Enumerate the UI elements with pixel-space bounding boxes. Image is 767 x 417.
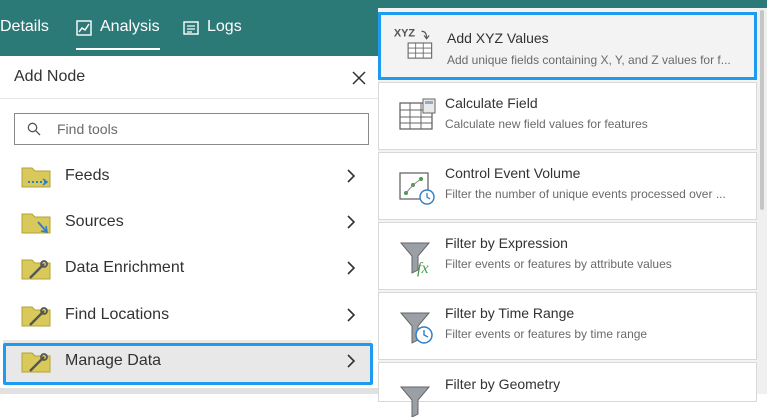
- find-locations-folder-icon: [21, 306, 51, 327]
- tools-list: XYZ Add XYZ Values Add unique fields con…: [378, 8, 757, 417]
- xyz-table-icon: XYZ: [394, 27, 433, 59]
- find-tools-search[interactable]: [14, 113, 369, 145]
- category-label: Data Enrichment: [65, 259, 185, 276]
- add-node-panel: Add Node Feeds Sources: [0, 56, 379, 394]
- category-label: Find Locations: [65, 306, 170, 323]
- tab-logs[interactable]: Logs: [183, 0, 242, 56]
- tab-details[interactable]: Details: [0, 0, 49, 56]
- analysis-icon: [76, 20, 92, 36]
- tool-control-event-volume[interactable]: Control Event Volume Filter the number o…: [378, 152, 757, 220]
- event-volume-icon: [399, 172, 435, 205]
- tool-description: Filter events or features by time range: [445, 327, 648, 341]
- chevron-right-icon: [347, 261, 356, 275]
- tool-description: Add unique fields containing X, Y, and Z…: [447, 53, 731, 67]
- manage-data-folder-icon: [21, 352, 51, 373]
- tab-details-label: Details: [0, 18, 49, 35]
- search-icon: [27, 122, 41, 136]
- search-input[interactable]: [55, 120, 339, 138]
- tool-description: Filter the number of unique events proce…: [445, 187, 726, 201]
- panel-bottom-strip: [0, 388, 378, 394]
- tab-logs-label: Logs: [207, 18, 242, 35]
- tool-filter-by-geometry[interactable]: Filter by Geometry: [378, 362, 757, 417]
- chevron-right-icon: [347, 169, 356, 183]
- chevron-right-icon: [347, 354, 356, 368]
- tool-name: Filter by Time Range: [445, 305, 575, 321]
- add-node-title: Add Node: [14, 68, 86, 85]
- category-sources[interactable]: Sources: [0, 199, 370, 245]
- tool-calculate-field[interactable]: Calculate Field Calculate new field valu…: [378, 82, 757, 150]
- filter-time-icon: [399, 312, 433, 344]
- tab-analysis[interactable]: Analysis: [76, 0, 160, 56]
- tool-name: Control Event Volume: [445, 165, 581, 181]
- add-node-header: Add Node: [0, 56, 378, 99]
- xyz-icon-text: XYZ: [394, 27, 416, 39]
- tool-name: Add XYZ Values: [447, 30, 549, 46]
- category-label: Feeds: [65, 167, 110, 184]
- category-feeds[interactable]: Feeds: [0, 153, 370, 199]
- calculator-table-icon: [399, 98, 436, 130]
- feeds-folder-icon: [21, 167, 51, 188]
- chevron-right-icon: [347, 215, 356, 229]
- close-icon[interactable]: [351, 70, 367, 86]
- filter-expression-icon: fx: [399, 242, 431, 277]
- category-label: Manage Data: [65, 352, 162, 369]
- tab-analysis-label: Analysis: [100, 18, 160, 35]
- category-manage-data[interactable]: Manage Data: [3, 340, 371, 382]
- tool-add-xyz-values[interactable]: XYZ Add XYZ Values Add unique fields con…: [378, 12, 757, 80]
- tool-name: Filter by Geometry: [445, 376, 561, 392]
- tool-description: Filter events or features by attribute v…: [445, 257, 672, 271]
- category-find-locations[interactable]: Find Locations: [0, 292, 370, 338]
- tool-description: Calculate new field values for features: [445, 117, 648, 131]
- tool-name: Filter by Expression: [445, 235, 568, 251]
- filter-geometry-icon: [399, 386, 431, 417]
- scrollbar-thumb[interactable]: [760, 10, 764, 210]
- sources-folder-icon: [21, 213, 51, 234]
- category-data-enrichment[interactable]: Data Enrichment: [0, 245, 370, 291]
- svg-text:fx: fx: [417, 260, 429, 277]
- chevron-right-icon: [347, 308, 356, 322]
- tool-filter-by-expression[interactable]: fx Filter by Expression Filter events or…: [378, 222, 757, 290]
- logs-icon: [183, 21, 199, 35]
- tool-name: Calculate Field: [445, 95, 538, 111]
- tool-filter-by-time-range[interactable]: Filter by Time Range Filter events or fe…: [378, 292, 757, 360]
- data-enrichment-folder-icon: [21, 259, 51, 280]
- category-label: Sources: [65, 213, 124, 230]
